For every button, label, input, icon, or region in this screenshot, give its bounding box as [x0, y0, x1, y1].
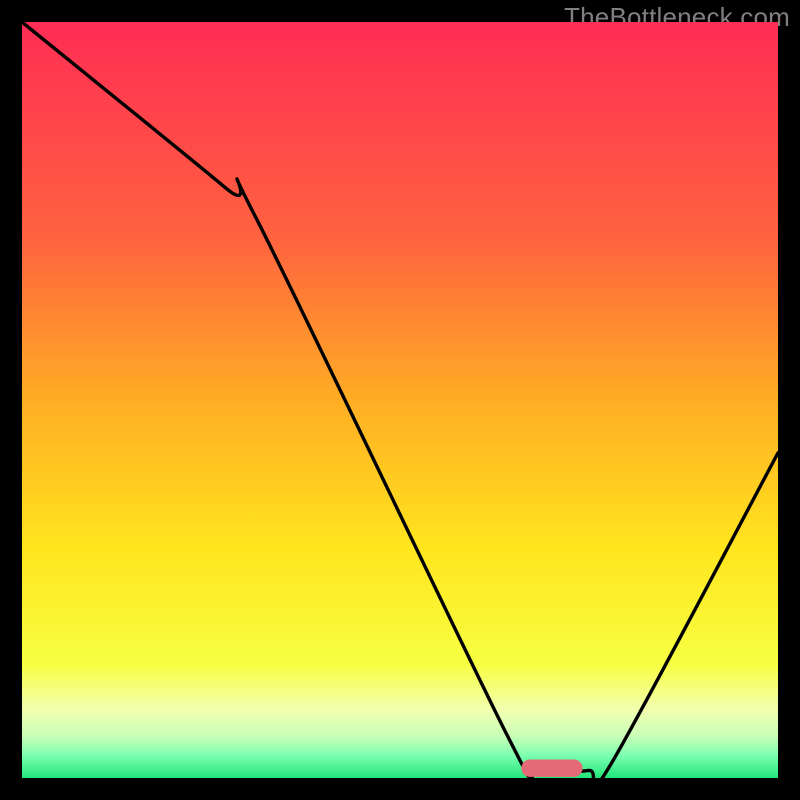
chart-stage: TheBottleneck.com [0, 0, 800, 800]
bottleneck-chart [22, 22, 778, 778]
